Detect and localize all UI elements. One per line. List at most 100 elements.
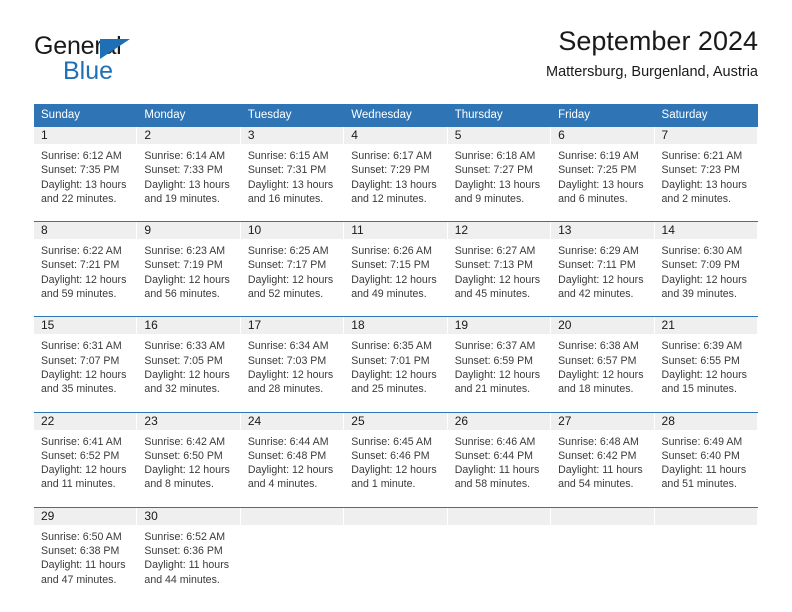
calendar-day-cell[interactable]: 13 Sunrise: 6:29 AM Sunset: 7:11 PM Dayligh…: [551, 221, 655, 308]
sunrise-time: Sunrise: 6:42 AM: [144, 435, 226, 448]
brand-name-blue: Blue: [63, 57, 114, 85]
day-cell-inner: 7 Sunrise: 6:21 AM Sunset: 7:23 PM Daylight…: [654, 127, 758, 213]
daylight-duration-line1: Daylight: 12 hours: [351, 368, 437, 381]
sunrise-time: Sunrise: 6:48 AM: [558, 435, 639, 448]
day-details: [448, 525, 551, 536]
day-cell-inner: 13 Sunrise: 6:29 AM Sunset: 7:11 PM Dayligh…: [551, 222, 655, 308]
page-title: September 2024: [558, 26, 758, 56]
sunset-time: Sunset: 6:46 PM: [351, 449, 430, 462]
daylight-duration-line1: Daylight: 11 hours: [144, 559, 230, 572]
daylight-duration-line1: Daylight: 12 hours: [41, 368, 127, 381]
day-number: 16: [137, 317, 241, 335]
day-details: Sunrise: 6:45 AM Sunset: 6:46 PM Daylight:…: [344, 430, 447, 498]
daylight-duration-line1: Daylight: 13 hours: [454, 178, 541, 191]
calendar-day-cell[interactable]: 22 Sunrise: 6:41 AM Sunset: 6:52 PM Dayligh…: [34, 411, 138, 498]
day-details: Sunrise: 6:39 AM Sunset: 6:55 PM Daylight:…: [655, 334, 758, 402]
calendar-day-cell[interactable]: 23 Sunrise: 6:42 AM Sunset: 6:50 PM Dayligh…: [137, 411, 241, 498]
daylight-duration-line1: Daylight: 12 hours: [454, 273, 541, 286]
calendar-day-cell[interactable]: 10 Sunrise: 6:25 AM Sunset: 7:17 PM Dayligh…: [240, 221, 345, 308]
calendar-week-row: 1 Sunrise: 6:12 AM Sunset: 7:35 PM Daylight…: [34, 126, 758, 213]
daylight-duration-line1: Daylight: 12 hours: [661, 368, 747, 381]
daylight-duration-line2: and 25 minutes.: [351, 383, 427, 396]
week-spacer: [34, 497, 758, 508]
calendar-day-cell[interactable]: 6 Sunrise: 6:19 AM Sunset: 7:25 PM Daylight…: [551, 126, 655, 213]
calendar-day-cell[interactable]: 9 Sunrise: 6:23 AM Sunset: 7:19 PM Daylight…: [137, 221, 241, 308]
calendar-day-cell[interactable]: 18 Sunrise: 6:35 AM Sunset: 7:01 PM Dayligh…: [344, 316, 448, 403]
calendar-week-row: 15 Sunrise: 6:31 AM Sunset: 7:07 PM Dayligh…: [34, 316, 758, 403]
daylight-duration-line2: and 51 minutes.: [661, 478, 737, 491]
day-number: 22: [34, 412, 138, 430]
calendar-day-cell[interactable]: 30 Sunrise: 6:52 AM Sunset: 6:36 PM Dayligh…: [137, 506, 241, 593]
sunset-time: Sunset: 7:15 PM: [351, 259, 430, 272]
sunset-time: Sunset: 7:07 PM: [41, 354, 120, 367]
calendar-day-cell[interactable]: 15 Sunrise: 6:31 AM Sunset: 7:07 PM Dayligh…: [34, 316, 138, 403]
calendar-day-cell[interactable]: 4 Sunrise: 6:17 AM Sunset: 7:29 PM Daylight…: [344, 126, 448, 213]
calendar-day-cell[interactable]: 20 Sunrise: 6:38 AM Sunset: 6:57 PM Dayligh…: [551, 316, 655, 403]
daylight-duration-line1: Daylight: 13 hours: [558, 178, 644, 191]
page-header: General Blue September 2024 Mattersburg,…: [0, 0, 792, 100]
calendar-day-cell[interactable]: 2 Sunrise: 6:14 AM Sunset: 7:33 PM Daylight…: [137, 126, 241, 213]
calendar-day-cell[interactable]: 16 Sunrise: 6:33 AM Sunset: 7:05 PM Dayligh…: [137, 316, 241, 403]
calendar-day-cell[interactable]: 5 Sunrise: 6:18 AM Sunset: 7:27 PM Daylight…: [447, 126, 552, 213]
sunset-time: Sunset: 7:23 PM: [661, 164, 740, 177]
day-number: 7: [654, 127, 758, 144]
calendar-day-cell[interactable]: 11 Sunrise: 6:26 AM Sunset: 7:15 PM Dayligh…: [344, 221, 448, 308]
day-number: 2: [137, 127, 241, 144]
daylight-duration-line2: and 9 minutes.: [454, 192, 525, 205]
calendar-day-cell[interactable]: 24 Sunrise: 6:44 AM Sunset: 6:48 PM Dayligh…: [240, 411, 345, 498]
calendar-day-cell[interactable]: 25 Sunrise: 6:45 AM Sunset: 6:46 PM Dayligh…: [344, 411, 448, 498]
calendar-day-cell[interactable]: 14 Sunrise: 6:30 AM Sunset: 7:09 PM Dayligh…: [654, 221, 758, 308]
day-details: Sunrise: 6:22 AM Sunset: 7:21 PM Daylight:…: [34, 239, 137, 307]
page-subtitle: Mattersburg, Burgenland, Austria: [546, 64, 758, 81]
day-number: 20: [551, 317, 655, 335]
day-number: 12: [447, 222, 552, 240]
day-cell-inner: 21 Sunrise: 6:39 AM Sunset: 6:55 PM Dayligh…: [654, 317, 758, 403]
calendar-day-cell[interactable]: 12 Sunrise: 6:27 AM Sunset: 7:13 PM Dayligh…: [447, 221, 552, 308]
day-number: 14: [654, 222, 758, 240]
day-details: Sunrise: 6:21 AM Sunset: 7:23 PM Daylight:…: [655, 144, 758, 212]
calendar-day-cell[interactable]: 28 Sunrise: 6:49 AM Sunset: 6:40 PM Dayligh…: [654, 411, 758, 498]
sunset-time: Sunset: 7:13 PM: [454, 259, 534, 272]
day-cell-inner: 11 Sunrise: 6:26 AM Sunset: 7:15 PM Dayligh…: [344, 222, 448, 308]
day-number: [551, 507, 655, 525]
calendar-day-cell[interactable]: 26 Sunrise: 6:46 AM Sunset: 6:44 PM Dayligh…: [447, 411, 552, 498]
calendar-day-cell[interactable]: 7 Sunrise: 6:21 AM Sunset: 7:23 PM Daylight…: [654, 126, 758, 213]
sunset-time: Sunset: 6:52 PM: [41, 449, 120, 462]
day-details: Sunrise: 6:29 AM Sunset: 7:11 PM Daylight:…: [551, 239, 654, 307]
daylight-duration-line1: Daylight: 12 hours: [351, 273, 437, 286]
calendar-day-cell[interactable]: 29 Sunrise: 6:50 AM Sunset: 6:38 PM Dayligh…: [34, 506, 138, 593]
sunrise-time: Sunrise: 6:25 AM: [247, 245, 329, 258]
daylight-duration-line1: Daylight: 12 hours: [144, 273, 230, 286]
day-number: 21: [654, 317, 758, 335]
calendar-day-cell[interactable]: 1 Sunrise: 6:12 AM Sunset: 7:35 PM Daylight…: [34, 126, 138, 213]
calendar-day-cell[interactable]: 8 Sunrise: 6:22 AM Sunset: 7:21 PM Daylight…: [34, 221, 138, 308]
day-details: Sunrise: 6:26 AM Sunset: 7:15 PM Daylight:…: [344, 239, 447, 307]
brand-logo[interactable]: General Blue: [34, 34, 264, 90]
calendar-day-cell[interactable]: 27 Sunrise: 6:48 AM Sunset: 6:42 PM Dayligh…: [551, 411, 655, 498]
day-details: Sunrise: 6:44 AM Sunset: 6:48 PM Daylight:…: [241, 430, 344, 498]
day-number: 9: [137, 222, 241, 240]
sunrise-time: Sunrise: 6:44 AM: [247, 435, 329, 448]
calendar-day-cell[interactable]: 3 Sunrise: 6:15 AM Sunset: 7:31 PM Daylight…: [240, 126, 345, 213]
week-spacer: [34, 212, 758, 222]
day-details: Sunrise: 6:17 AM Sunset: 7:29 PM Daylight:…: [344, 144, 447, 212]
sunrise-time: Sunrise: 6:35 AM: [351, 340, 432, 353]
day-details: Sunrise: 6:25 AM Sunset: 7:17 PM Daylight:…: [241, 239, 344, 307]
sunset-time: Sunset: 7:33 PM: [144, 164, 223, 177]
daylight-duration-line1: Daylight: 11 hours: [661, 464, 747, 477]
day-details: Sunrise: 6:46 AM Sunset: 6:44 PM Daylight:…: [448, 430, 551, 498]
sunset-time: Sunset: 7:29 PM: [351, 164, 430, 177]
week-spacer-cell: [34, 402, 758, 413]
sunrise-time: Sunrise: 6:50 AM: [41, 530, 122, 543]
calendar-day-cell[interactable]: 21 Sunrise: 6:39 AM Sunset: 6:55 PM Dayligh…: [654, 316, 758, 403]
sunrise-time: Sunrise: 6:30 AM: [661, 245, 743, 258]
weekday-header-monday: Monday: [137, 104, 241, 127]
sunset-time: Sunset: 6:42 PM: [558, 449, 637, 462]
day-cell-inner: 10 Sunrise: 6:25 AM Sunset: 7:17 PM Dayligh…: [240, 222, 345, 308]
calendar-day-cell[interactable]: 17 Sunrise: 6:34 AM Sunset: 7:03 PM Dayligh…: [240, 316, 345, 403]
week-spacer: [34, 307, 758, 317]
day-details: Sunrise: 6:15 AM Sunset: 7:31 PM Daylight:…: [241, 144, 344, 212]
weekday-header-friday: Friday: [551, 104, 655, 127]
calendar-day-cell[interactable]: 19 Sunrise: 6:37 AM Sunset: 6:59 PM Dayligh…: [447, 316, 552, 403]
week-spacer: [34, 402, 758, 413]
